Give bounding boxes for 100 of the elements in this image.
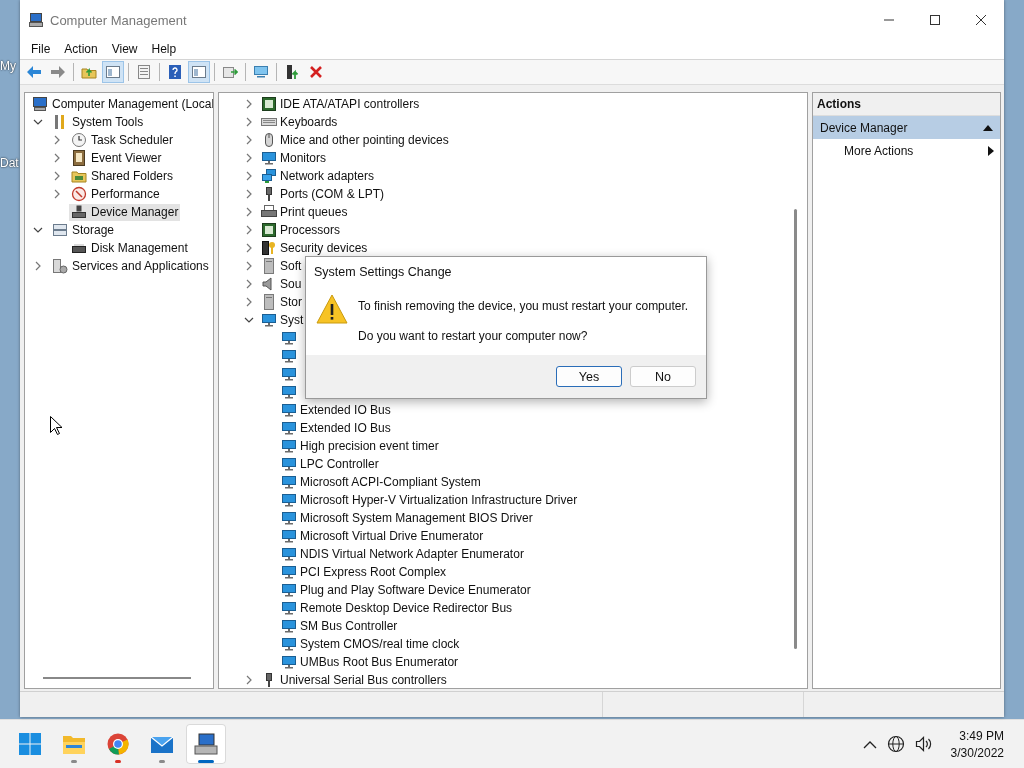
expand-chevron-icon[interactable] bbox=[244, 675, 254, 685]
device-category[interactable]: Ports (COM & LPT) bbox=[280, 187, 384, 201]
menu-item[interactable]: View bbox=[104, 40, 145, 59]
monitor-icon bbox=[281, 384, 297, 400]
computer-management-button[interactable] bbox=[186, 724, 226, 765]
device-item[interactable]: LPC Controller bbox=[300, 457, 379, 471]
expand-chevron-icon[interactable] bbox=[244, 279, 254, 289]
device-category[interactable]: Processors bbox=[280, 223, 341, 237]
menu-item[interactable]: Help bbox=[144, 40, 184, 59]
device-category[interactable]: Network adapters bbox=[280, 169, 375, 183]
mail-icon bbox=[150, 734, 174, 755]
monitor-icon bbox=[281, 492, 297, 508]
device-item[interactable]: UMBus Root Bus Enumerator bbox=[300, 655, 459, 669]
tree-item[interactable]: Performance bbox=[69, 185, 162, 203]
pane-icon bbox=[191, 64, 207, 80]
device-category[interactable]: Stor bbox=[280, 295, 302, 309]
tree-item[interactable]: Event Viewer bbox=[69, 149, 164, 167]
device-item[interactable]: Microsoft Virtual Drive Enumerator bbox=[300, 529, 484, 543]
tree-item[interactable]: Computer Management (Local bbox=[30, 95, 213, 113]
dialog-title: System Settings Change bbox=[313, 264, 453, 281]
device-category[interactable]: Syst bbox=[280, 313, 304, 327]
expand-chevron-icon[interactable] bbox=[244, 135, 254, 145]
device-item[interactable]: Extended IO Bus bbox=[300, 403, 391, 417]
device-item[interactable]: SM Bus Controller bbox=[300, 619, 398, 633]
expand-chevron-icon[interactable] bbox=[244, 171, 254, 181]
clock-date[interactable]: 3/30/2022 bbox=[950, 745, 1004, 760]
gauge-icon bbox=[71, 186, 87, 202]
expand-chevron-icon[interactable] bbox=[244, 297, 254, 307]
expand-chevron-icon[interactable] bbox=[52, 171, 62, 181]
tree-item[interactable]: Storage bbox=[50, 221, 117, 239]
chip-icon bbox=[261, 222, 277, 238]
monitor-icon bbox=[281, 474, 297, 490]
device-category[interactable]: IDE ATA/ATAPI controllers bbox=[280, 97, 420, 111]
actions-header: Actions bbox=[813, 93, 1000, 116]
dialog-button[interactable]: Yes bbox=[556, 366, 622, 387]
device-item[interactable]: Plug and Play Software Device Enumerator bbox=[300, 583, 531, 597]
device-category[interactable]: Soft bbox=[280, 259, 302, 273]
tree-item[interactable]: Disk Management bbox=[69, 239, 190, 257]
device-item[interactable]: Microsoft Hyper-V Virtualization Infrastructure Driver bbox=[300, 493, 578, 507]
monitor-icon bbox=[281, 546, 297, 562]
device-category[interactable]: Universal Serial Bus controllers bbox=[280, 673, 447, 687]
device-category[interactable]: Security devices bbox=[280, 241, 368, 255]
device-item[interactable]: High precision event timer bbox=[300, 439, 439, 453]
collapse-chevron-icon[interactable] bbox=[244, 315, 254, 325]
collapse-chevron-icon[interactable] bbox=[33, 225, 43, 235]
server-icon bbox=[52, 258, 68, 274]
expand-chevron-icon[interactable] bbox=[244, 189, 254, 199]
log-icon bbox=[71, 150, 87, 166]
expand-chevron-icon[interactable] bbox=[244, 207, 254, 217]
globe-icon[interactable] bbox=[886, 735, 905, 754]
device-item[interactable]: NDIS Virtual Network Adapter Enumerator bbox=[300, 547, 524, 561]
device-category[interactable]: Monitors bbox=[280, 151, 326, 165]
action-item[interactable]: More Actions bbox=[813, 139, 1000, 163]
device-item[interactable]: Microsoft System Management BIOS Driver bbox=[300, 511, 533, 525]
tree-item[interactable]: System Tools bbox=[50, 113, 146, 131]
chevron-up-icon[interactable] bbox=[862, 739, 877, 749]
collapse-chevron-icon[interactable] bbox=[33, 117, 43, 127]
tree-item[interactable]: Services and Applications bbox=[50, 257, 211, 275]
expand-chevron-icon[interactable] bbox=[33, 261, 43, 271]
speaker-icon[interactable] bbox=[914, 736, 933, 753]
device-category[interactable]: Sou bbox=[280, 277, 302, 291]
clock-time[interactable]: 3:49 PM bbox=[959, 728, 1004, 743]
submenu-triangle-icon bbox=[988, 146, 994, 156]
dialog-message: To finish removing the device, you must restart your computer. bbox=[358, 299, 689, 313]
expand-chevron-icon[interactable] bbox=[244, 99, 254, 109]
back-arrow-icon bbox=[26, 64, 42, 80]
clock-icon bbox=[71, 132, 87, 148]
expand-chevron-icon[interactable] bbox=[244, 261, 254, 271]
tree-item[interactable]: Device Manager bbox=[69, 203, 181, 221]
menu-item[interactable]: File bbox=[24, 40, 58, 59]
device-item[interactable]: Microsoft ACPI-Compliant System bbox=[300, 475, 481, 489]
device-item[interactable]: Extended IO Bus bbox=[300, 421, 391, 435]
dialog-button[interactable]: No bbox=[630, 366, 696, 387]
expand-chevron-icon[interactable] bbox=[52, 153, 62, 163]
expand-chevron-icon[interactable] bbox=[244, 225, 254, 235]
action-pane-button[interactable] bbox=[188, 61, 210, 83]
expand-chevron-icon[interactable] bbox=[52, 189, 62, 199]
monitor-icon bbox=[281, 654, 297, 670]
device-category[interactable]: Print queues bbox=[280, 205, 348, 219]
device-category[interactable]: Keyboards bbox=[280, 115, 338, 129]
scrollbar[interactable] bbox=[43, 677, 191, 679]
monitor-icon bbox=[281, 636, 297, 652]
expand-chevron-icon[interactable] bbox=[244, 243, 254, 253]
device-item[interactable]: PCI Express Root Complex bbox=[300, 565, 447, 579]
windows-logo-icon bbox=[19, 733, 41, 756]
scrollbar-thumb[interactable] bbox=[794, 209, 797, 649]
monitor-icon bbox=[281, 420, 297, 436]
device-category[interactable]: Mice and other pointing devices bbox=[280, 133, 449, 147]
collapse-triangle-icon[interactable] bbox=[983, 123, 993, 132]
expand-chevron-icon[interactable] bbox=[244, 153, 254, 163]
help-icon bbox=[167, 64, 183, 80]
tree-item[interactable]: Shared Folders bbox=[69, 167, 176, 185]
expand-chevron-icon[interactable] bbox=[244, 117, 254, 127]
device-item[interactable]: Remote Desktop Device Redirector Bus bbox=[300, 601, 513, 615]
menu-item[interactable]: Action bbox=[57, 40, 105, 59]
tree-item[interactable]: Task Scheduler bbox=[69, 131, 176, 149]
expand-chevron-icon[interactable] bbox=[52, 135, 62, 145]
device-item[interactable]: System CMOS/real time clock bbox=[300, 637, 460, 651]
console-tree-button[interactable] bbox=[102, 61, 124, 83]
action-section[interactable]: Device Manager bbox=[813, 116, 1000, 139]
